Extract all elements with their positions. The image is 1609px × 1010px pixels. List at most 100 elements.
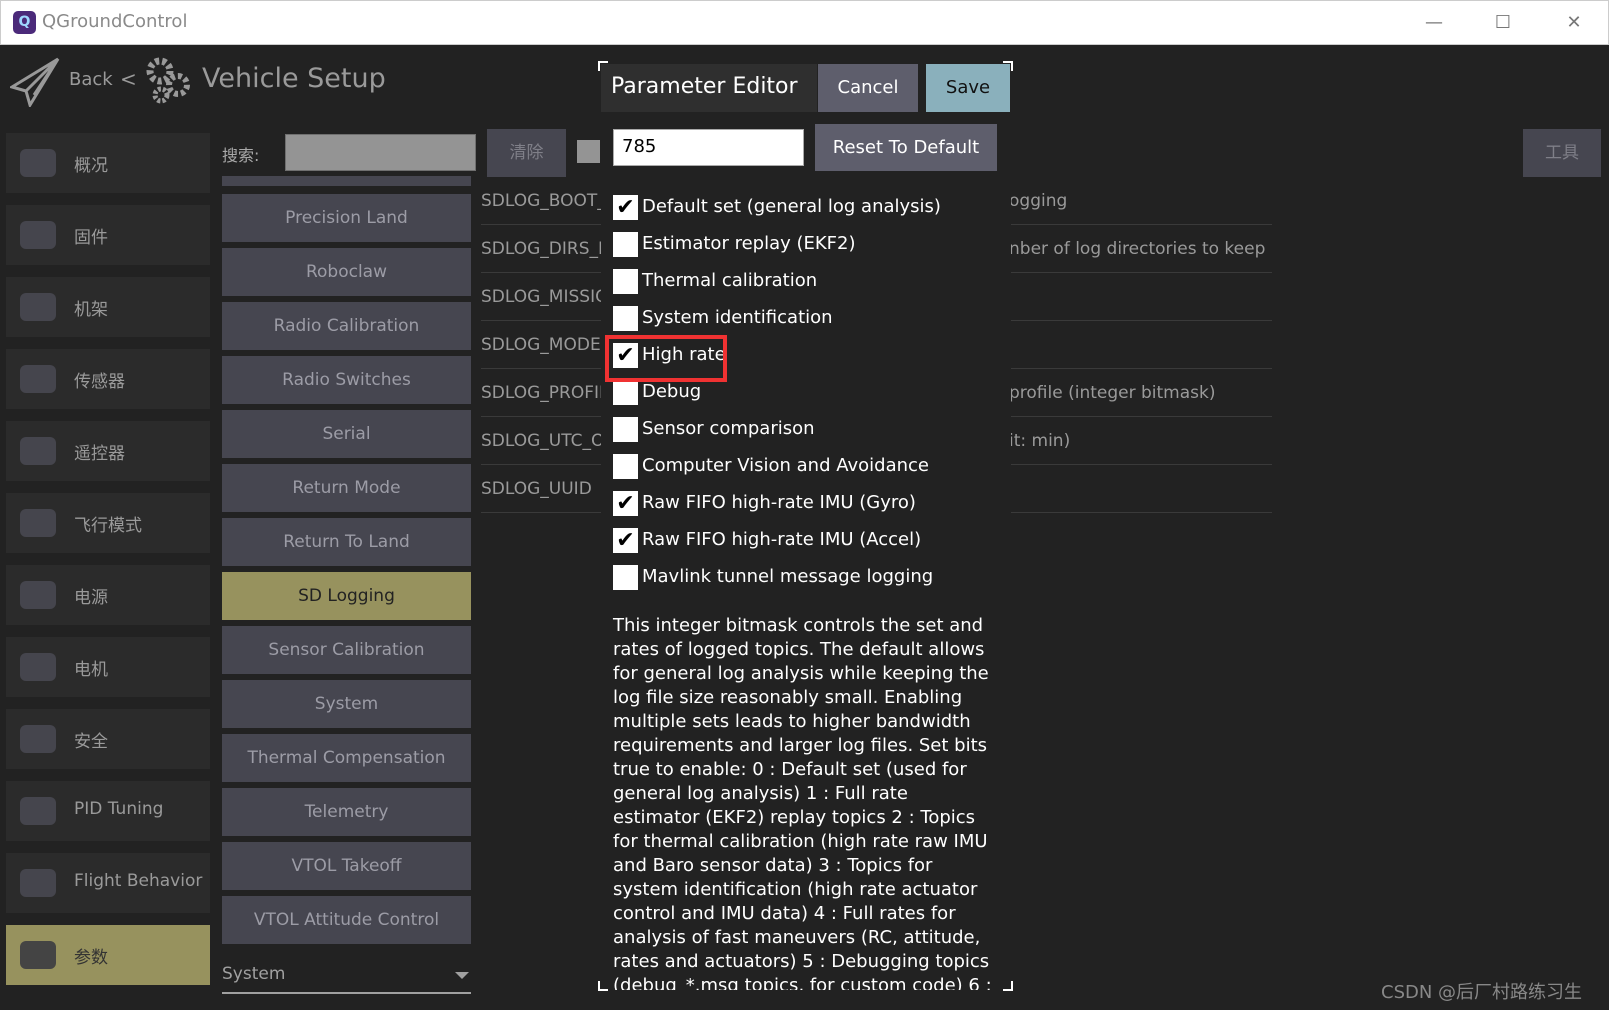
cancel-button[interactable]: Cancel bbox=[818, 64, 918, 112]
option-label: Computer Vision and Avoidance bbox=[642, 455, 929, 476]
clear-button[interactable]: 清除 bbox=[487, 129, 566, 177]
group-button[interactable]: System bbox=[222, 680, 471, 728]
flight-modes-icon bbox=[16, 501, 60, 545]
gears-icon bbox=[146, 57, 190, 104]
sensor-icon bbox=[16, 357, 60, 401]
option-label: Sensor comparison bbox=[642, 418, 815, 439]
show-modified-checkbox[interactable] bbox=[577, 140, 600, 163]
radio-controller-icon bbox=[16, 429, 60, 473]
checkbox[interactable] bbox=[613, 454, 638, 479]
checkbox[interactable]: ✔ bbox=[613, 195, 638, 220]
sliders-icon bbox=[16, 789, 60, 833]
group-button[interactable]: Roboclaw bbox=[222, 248, 471, 296]
sidebar-item-label: 概况 bbox=[74, 156, 108, 176]
watermark: CSDN @后厂村路练习生 bbox=[1381, 982, 1583, 1003]
param-description: it: min) bbox=[1009, 431, 1071, 451]
group-button[interactable]: Sensor Calibration bbox=[222, 626, 471, 674]
maximize-button[interactable]: ☐ bbox=[1483, 9, 1523, 37]
checkbox[interactable]: ✔ bbox=[613, 528, 638, 553]
sidebar-item-label: 飞行模式 bbox=[74, 516, 142, 536]
app-logo-icon: Q bbox=[13, 11, 36, 34]
sidebar-item[interactable]: 传感器 bbox=[6, 349, 210, 409]
option-label: Raw FIFO high-rate IMU (Accel) bbox=[642, 529, 922, 550]
gears-icon bbox=[16, 933, 60, 977]
sidebar-item-label: 遥控器 bbox=[74, 444, 125, 464]
param-name[interactable]: SDLOG_UUID bbox=[481, 479, 592, 499]
sidebar-item[interactable]: 安全 bbox=[6, 709, 210, 769]
checkbox[interactable] bbox=[613, 232, 638, 257]
sidebar-item[interactable]: 电机 bbox=[6, 637, 210, 697]
dialog-corner bbox=[1003, 61, 1013, 71]
sidebar-item-label: 传感器 bbox=[74, 372, 125, 392]
sidebar-item[interactable]: 概况 bbox=[6, 133, 210, 193]
param-description: profile (integer bitmask) bbox=[1009, 383, 1216, 403]
page-title: Vehicle Setup bbox=[202, 63, 386, 94]
checkbox[interactable] bbox=[613, 269, 638, 294]
help-text: This integer bitmask controls the set an… bbox=[613, 615, 992, 990]
option-label: Estimator replay (EKF2) bbox=[642, 233, 856, 254]
paper-plane-icon[interactable] bbox=[10, 57, 62, 107]
group-category-dropdown[interactable]: System bbox=[222, 958, 471, 994]
reset-to-default-button[interactable]: Reset To Default bbox=[815, 124, 997, 171]
highlight-box bbox=[605, 335, 727, 382]
group-button[interactable]: Return Mode bbox=[222, 464, 471, 512]
sidebar-item[interactable]: 固件 bbox=[6, 205, 210, 265]
download-icon bbox=[16, 213, 60, 257]
sidebar-item[interactable]: 参数 bbox=[6, 925, 210, 985]
param-name[interactable]: SDLOG_BOOT_ bbox=[481, 191, 606, 211]
sidebar-item[interactable]: Flight Behavior bbox=[6, 853, 210, 913]
param-name[interactable]: SDLOG_MODE bbox=[481, 335, 601, 355]
option-label: System identification bbox=[642, 307, 833, 328]
group-button[interactable]: Thermal Compensation bbox=[222, 734, 471, 782]
group-button-partial[interactable] bbox=[222, 176, 471, 186]
param-name[interactable]: SDLOG_UTC_O bbox=[481, 431, 604, 451]
sidebar-item[interactable]: 电源 bbox=[6, 565, 210, 625]
option-label: Default set (general log analysis) bbox=[642, 196, 941, 217]
save-button[interactable]: Save bbox=[926, 64, 1010, 112]
first-aid-icon bbox=[16, 717, 60, 761]
tools-button[interactable]: 工具 bbox=[1523, 129, 1601, 177]
param-name[interactable]: SDLOG_PROFIL bbox=[481, 383, 609, 403]
window-title: QGroundControl bbox=[42, 11, 188, 32]
sidebar-item[interactable]: PID Tuning bbox=[6, 781, 210, 841]
group-button[interactable]: Precision Land bbox=[222, 194, 471, 242]
option-label: Thermal calibration bbox=[642, 270, 818, 291]
option-label: Debug bbox=[642, 381, 702, 402]
sliders-icon bbox=[16, 861, 60, 905]
option-label: Raw FIFO high-rate IMU (Gyro) bbox=[642, 492, 916, 513]
group-button[interactable]: Telemetry bbox=[222, 788, 471, 836]
checkbox[interactable] bbox=[613, 306, 638, 331]
sidebar-item[interactable]: 遥控器 bbox=[6, 421, 210, 481]
sidebar-item[interactable]: 机架 bbox=[6, 277, 210, 337]
search-input[interactable] bbox=[285, 134, 476, 171]
dialog-corner bbox=[1003, 981, 1013, 991]
paper-plane-icon bbox=[16, 141, 60, 185]
group-button[interactable]: VTOL Attitude Control bbox=[222, 896, 471, 944]
group-button[interactable]: SD Logging bbox=[222, 572, 471, 620]
close-button[interactable]: ✕ bbox=[1554, 9, 1594, 37]
param-name[interactable]: SDLOG_DIRS_M bbox=[481, 239, 613, 259]
sidebar-item-label: 参数 bbox=[74, 948, 108, 968]
search-label: 搜索: bbox=[222, 146, 260, 165]
minimize-button[interactable]: — bbox=[1414, 9, 1454, 37]
param-description: ogging bbox=[1009, 191, 1068, 211]
checkbox[interactable] bbox=[613, 380, 638, 405]
motor-icon bbox=[16, 645, 60, 689]
group-button[interactable]: Return To Land bbox=[222, 518, 471, 566]
checkbox[interactable] bbox=[613, 417, 638, 442]
checkbox[interactable] bbox=[613, 565, 638, 590]
sidebar-item-label: Flight Behavior bbox=[74, 871, 203, 891]
param-name[interactable]: SDLOG_MISSIO bbox=[481, 287, 608, 307]
param-description: nber of log directories to keep bbox=[1009, 239, 1266, 259]
group-button[interactable]: Serial bbox=[222, 410, 471, 458]
value-input[interactable]: 785 bbox=[613, 129, 804, 166]
sidebar-item-label: 机架 bbox=[74, 300, 108, 320]
dialog-corner bbox=[598, 981, 608, 991]
airframe-icon bbox=[16, 285, 60, 329]
sidebar-item[interactable]: 飞行模式 bbox=[6, 493, 210, 553]
group-button[interactable]: Radio Switches bbox=[222, 356, 471, 404]
group-button[interactable]: Radio Calibration bbox=[222, 302, 471, 350]
checkbox[interactable]: ✔ bbox=[613, 491, 638, 516]
back-button[interactable]: Back bbox=[69, 69, 113, 90]
group-button[interactable]: VTOL Takeoff bbox=[222, 842, 471, 890]
